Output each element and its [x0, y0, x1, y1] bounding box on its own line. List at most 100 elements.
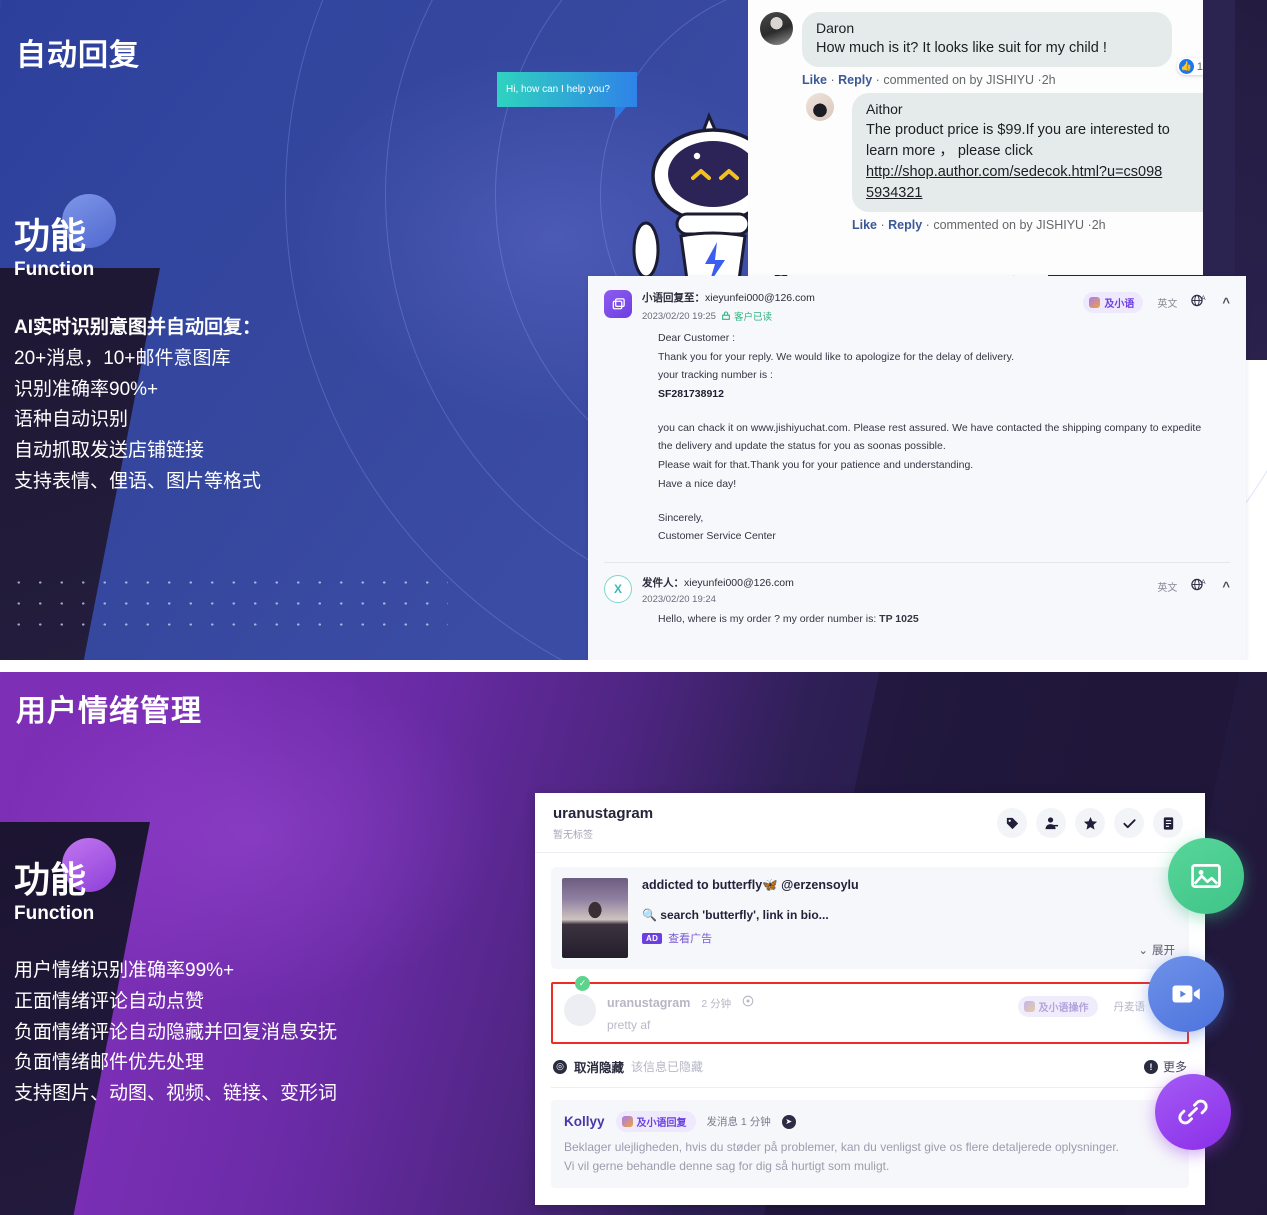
- fb-comment-author: Daron: [816, 20, 855, 36]
- chat-bubble-text: Hi, how can I help you?: [506, 84, 610, 95]
- video-fab[interactable]: [1148, 956, 1224, 1032]
- collapse-chevron-icon[interactable]: ^: [1222, 579, 1230, 594]
- reply-meta: 发消息 1 分钟: [706, 1116, 771, 1128]
- more-button[interactable]: ! 更多: [1143, 1058, 1187, 1075]
- email-language-label: 英文: [1157, 299, 1178, 310]
- image-fab[interactable]: [1168, 838, 1244, 914]
- email-body-line: you can chack it on www.jishiyuchat.com.…: [658, 421, 1202, 434]
- fb-comment-meta-text: commented on by JISHIYU ·2h: [883, 73, 1056, 88]
- auto-reply-panel: 自动回复 功能 Function AI实时识别意图并自动回复： 20+消息，10…: [0, 0, 1267, 660]
- link-fab[interactable]: [1155, 1074, 1231, 1150]
- agent-reply-header: Kollyy 及小语回复 发消息 1 分钟 ➤: [564, 1111, 1176, 1132]
- check-icon[interactable]: [1114, 808, 1144, 838]
- panel-edge-decoration: [1203, 0, 1235, 275]
- function-label-cn: 功能: [14, 859, 87, 900]
- email-reply-time-row: 2023/02/20 19:25 客户已读: [642, 309, 1083, 324]
- email-recipient-line: 小语回复至：xieyunfei000@126.com: [642, 290, 1083, 305]
- like-button[interactable]: Like: [802, 73, 827, 87]
- agent-badge[interactable]: 及小语回复: [615, 1111, 696, 1132]
- page-title: 用户情绪管理: [16, 695, 202, 728]
- fb-comment-bubble: Daron How much is it? It looks like suit…: [802, 12, 1172, 68]
- view-ad-link[interactable]: 查看广告: [668, 930, 712, 946]
- email-question-text: Hello, where is my order ? my order numb…: [658, 612, 880, 625]
- reply-button[interactable]: Reply: [838, 73, 872, 87]
- tag-icon[interactable]: [997, 808, 1027, 838]
- email-incoming-actions: 英文 A ^: [1157, 575, 1230, 597]
- expand-label: 展开: [1152, 945, 1175, 957]
- feature-item: 自动抓取发送店铺链接: [14, 440, 205, 462]
- email-body-line: Thank you for your reply. We would like …: [658, 350, 1015, 363]
- page-title: 自动回复: [16, 39, 140, 72]
- header-action-icons: [997, 808, 1183, 838]
- collapse-chevron-icon[interactable]: ^: [1222, 295, 1230, 310]
- unhide-icon: ◎: [553, 1059, 567, 1074]
- feature-list: AI实时识别意图并自动回复： 20+消息，10+邮件意图库 识别准确率90%+ …: [14, 313, 261, 498]
- email-from-address: xieyunfei000@126.com: [684, 576, 794, 589]
- fb-reply-text-line1: The product price is $99.If you are inte…: [866, 121, 1170, 138]
- email-to-label: 小语回复至：: [642, 292, 705, 304]
- feature-item: 支持表情、俚语、图片等格式: [14, 470, 262, 492]
- more-label: 更多: [1162, 1060, 1187, 1074]
- assign-user-icon[interactable]: [1036, 808, 1066, 838]
- send-icon: ➤: [781, 1114, 796, 1129]
- thumbs-up-icon: 👍: [1178, 59, 1194, 74]
- agent-badge[interactable]: 及小语操作: [1017, 996, 1098, 1017]
- account-name: uranustagram: [553, 805, 654, 822]
- agent-icon: [1089, 297, 1101, 308]
- fb-reply-meta-text: commented on by JISHIYU ·2h: [933, 217, 1106, 232]
- feature-item: 20+消息，10+邮件意图库: [14, 347, 231, 369]
- hidden-status-bar: ◎ 取消隐藏 该信息已隐藏 ! 更多: [551, 1044, 1189, 1088]
- post-title: addicted to butterfly🦋 @erzensoylu: [642, 878, 859, 892]
- email-reply-block: 小语回复至：xieyunfei000@126.com 2023/02/20 19…: [588, 276, 1246, 558]
- email-body-line: the delivery and update the status for y…: [658, 440, 946, 453]
- function-label-en: Function: [14, 903, 95, 924]
- email-incoming-time: 2023/02/20 19:24: [642, 593, 716, 605]
- feature-heading: AI实时识别意图并自动回复：: [14, 317, 262, 338]
- like-button[interactable]: Like: [852, 218, 877, 232]
- eye-icon[interactable]: [742, 994, 754, 1012]
- star-icon[interactable]: [1075, 808, 1105, 838]
- post-thumbnail: [562, 878, 628, 958]
- avatar: [564, 994, 596, 1026]
- reply-author: Kollyy: [564, 1114, 605, 1129]
- post-text: 🔍 search 'butterfly', link in bio...: [642, 908, 829, 922]
- ig-header: uranustagram 暂无标签: [535, 793, 1205, 853]
- email-signoff: Sincerely,: [658, 511, 704, 524]
- chevron-down-icon: ⌄: [1138, 945, 1148, 957]
- fb-reply-link-line1[interactable]: http://shop.author.com/sedecok.html?u=cs…: [866, 162, 1207, 183]
- fb-reply-link-line2[interactable]: 5934321: [866, 183, 922, 204]
- email-reply-header: 小语回复至：xieyunfei000@126.com 2023/02/20 19…: [604, 290, 1230, 323]
- hidden-comment-highlight: ✓ uranustagram 2 分钟 pretty af 及小语操作 丹麦语: [551, 976, 1189, 1044]
- expand-button[interactable]: ⌄ 展开: [1138, 942, 1175, 958]
- hidden-status-text: 该信息已隐藏: [631, 1060, 704, 1074]
- hidden-comment-text: pretty af: [607, 1018, 651, 1032]
- fb-reply-row: Aithor The product price is $99.If you a…: [748, 87, 1235, 232]
- chat-bubble: Hi, how can I help you?: [497, 72, 637, 120]
- fb-reply-bubble: Aithor The product price is $99.If you a…: [852, 93, 1221, 212]
- email-thread-card: 小语回复至：xieyunfei000@126.com 2023/02/20 19…: [588, 276, 1246, 660]
- sender-avatar: X: [604, 574, 632, 603]
- translate-icon[interactable]: A: [1191, 577, 1208, 597]
- fb-comment-meta: Like · Reply · commented on by JISHIYU ·…: [802, 73, 1056, 88]
- avatar: [760, 12, 793, 45]
- agent-badge[interactable]: 及小语: [1083, 292, 1144, 313]
- email-reply-actions: 及小语 英文 A ^: [1083, 290, 1230, 313]
- unhide-button[interactable]: 取消隐藏: [574, 1057, 624, 1076]
- note-icon[interactable]: [1153, 808, 1183, 838]
- fb-reply-author: Aithor: [866, 101, 903, 118]
- selected-check-icon: ✓: [575, 976, 590, 991]
- feature-item: 正面情绪评论自动点赞: [14, 990, 205, 1012]
- facebook-comment-card: Daron How much is it? It looks like suit…: [748, 0, 1235, 275]
- feature-list: 用户情绪识别准确率99%+ 正面情绪评论自动点赞 负面情绪评论自动隐藏并回复消息…: [14, 956, 337, 1110]
- email-read-status: 客户已读: [721, 309, 772, 323]
- email-body-line: Have a nice day!: [658, 477, 737, 490]
- translate-icon[interactable]: A: [1191, 293, 1208, 313]
- reply-button[interactable]: Reply: [888, 218, 922, 232]
- email-reply-body: Dear Customer : Thank you for your reply…: [604, 323, 1230, 558]
- email-body-line: Dear Customer :: [658, 332, 736, 344]
- email-language-label: 英文: [1157, 583, 1178, 595]
- email-body-line: Please wait for that.Thank you for your …: [658, 459, 974, 472]
- feature-item: 负面情绪邮件优先处理: [14, 1052, 205, 1074]
